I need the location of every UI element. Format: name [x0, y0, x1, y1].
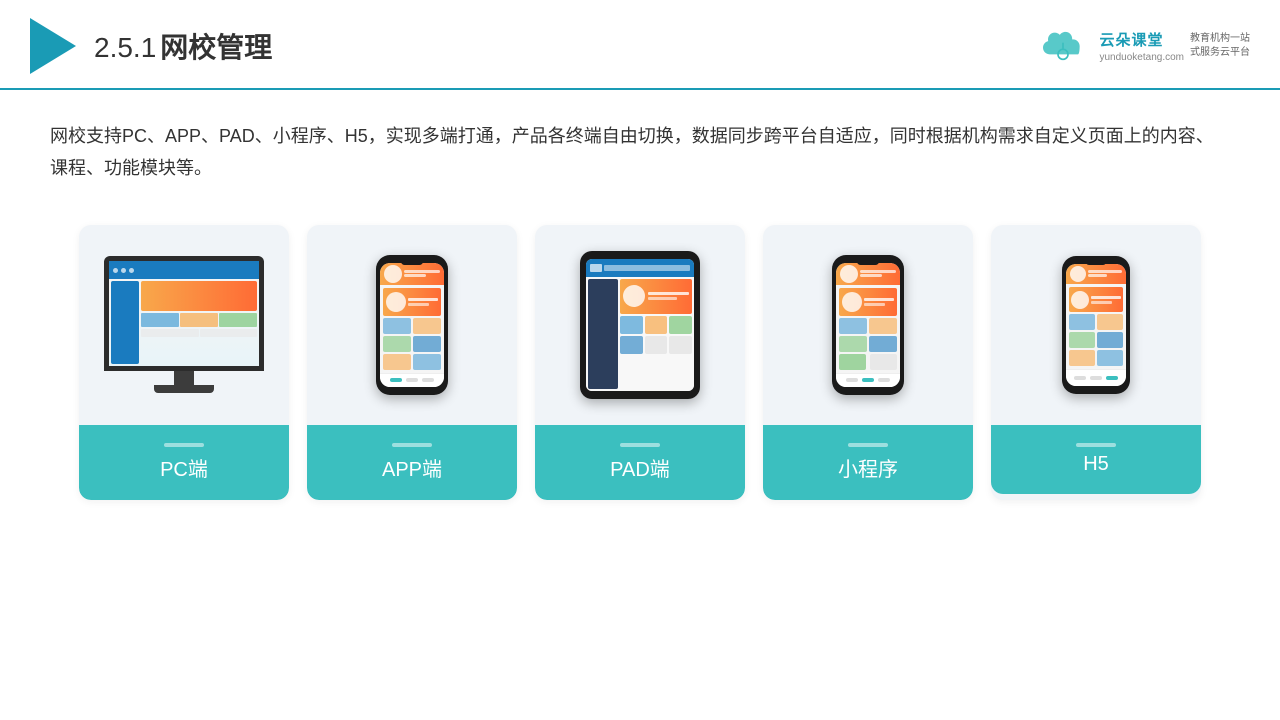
- card-pad: PAD端: [535, 225, 745, 500]
- brand-tagline: 教育机构一站 式服务云平台: [1190, 32, 1250, 60]
- card-app: APP端: [307, 225, 517, 500]
- title-text: 网校管理: [160, 32, 272, 63]
- platform-cards: PC端: [50, 225, 1230, 500]
- card-miniprogram: 小程序: [763, 225, 973, 500]
- brand-name: 云朵课堂: [1099, 29, 1163, 50]
- card-pad-image: [535, 225, 745, 425]
- phone-mockup-app: [376, 255, 448, 395]
- description-text: 网校支持PC、APP、PAD、小程序、H5，实现多端打通，产品各终端自由切换，数…: [50, 120, 1230, 185]
- card-h5-label: H5: [991, 425, 1201, 494]
- card-app-image: [307, 225, 517, 425]
- card-miniprogram-image: [763, 225, 973, 425]
- tablet-icon: [580, 251, 700, 399]
- section-number: 2.5.1: [94, 32, 156, 63]
- page-header: 2.5.1网校管理 云朵课堂 yunduoketang.com 教育机构一站 式…: [0, 0, 1280, 90]
- pc-monitor-icon: [104, 256, 264, 393]
- card-miniprogram-label: 小程序: [763, 425, 973, 500]
- logo-icon: [30, 18, 76, 74]
- brand-text: 云朵课堂 yunduoketang.com: [1099, 29, 1184, 63]
- phone-mockup-miniprogram: [832, 255, 904, 395]
- brand-logo: 云朵课堂 yunduoketang.com 教育机构一站 式服务云平台: [1037, 29, 1250, 63]
- card-pc: PC端: [79, 225, 289, 500]
- main-content: 网校支持PC、APP、PAD、小程序、H5，实现多端打通，产品各终端自由切换，数…: [0, 90, 1280, 520]
- card-h5: H5: [991, 225, 1201, 500]
- brand-icon-area: 云朵课堂 yunduoketang.com 教育机构一站 式服务云平台: [1037, 29, 1250, 63]
- card-pad-label: PAD端: [535, 425, 745, 500]
- header-left: 2.5.1网校管理: [30, 18, 272, 74]
- card-app-label: APP端: [307, 425, 517, 500]
- phone-mockup-h5: [1062, 256, 1130, 394]
- page-title: 2.5.1网校管理: [94, 26, 272, 66]
- cloud-icon: [1037, 31, 1089, 61]
- card-h5-image: [991, 225, 1201, 425]
- brand-url: yunduoketang.com: [1099, 52, 1184, 63]
- card-pc-image: [79, 225, 289, 425]
- card-pc-label: PC端: [79, 425, 289, 500]
